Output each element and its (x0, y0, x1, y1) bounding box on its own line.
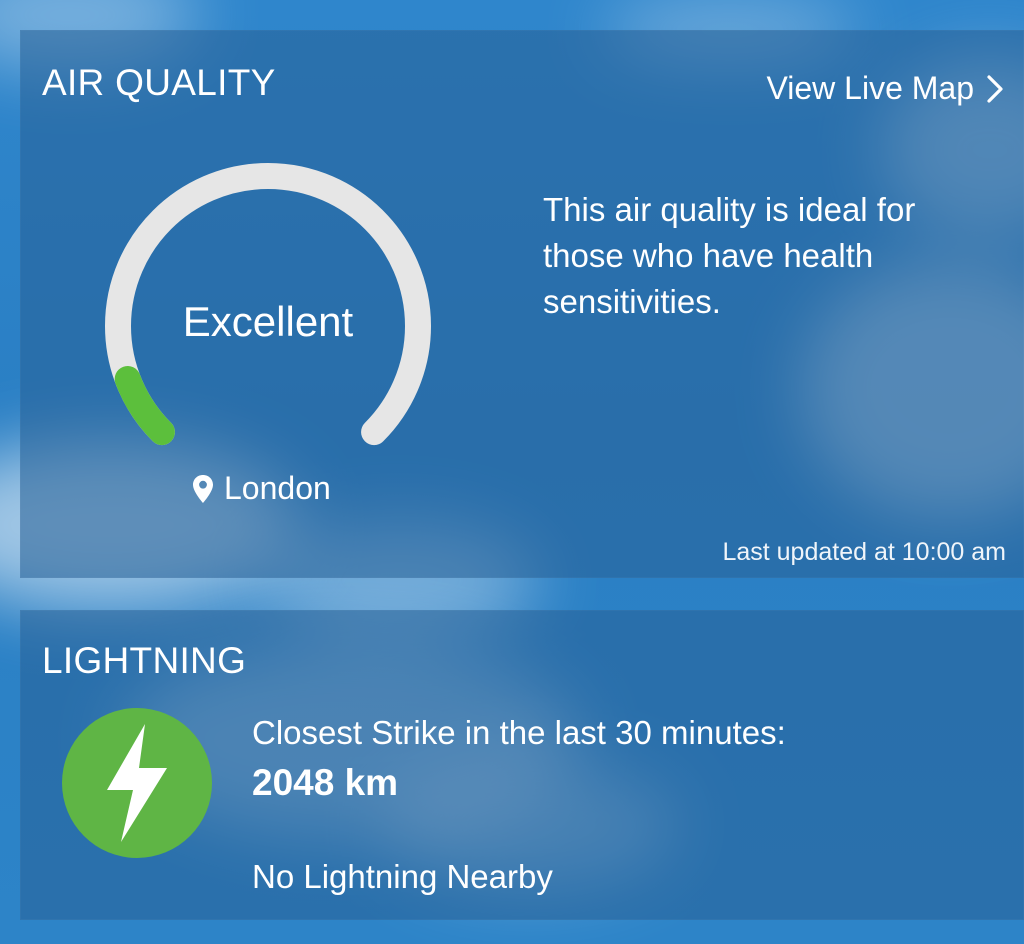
lightning-bolt-icon (107, 724, 167, 842)
view-live-map-link[interactable]: View Live Map (766, 70, 1006, 107)
air-quality-title: AIR QUALITY (42, 62, 276, 103)
lightning-title: LIGHTNING (42, 640, 247, 681)
air-quality-level: Excellent (182, 298, 354, 345)
location-name: London (224, 470, 331, 506)
closest-strike-caption: Closest Strike in the last 30 minutes: (252, 714, 786, 751)
lightning-status: No Lightning Nearby (252, 858, 553, 895)
location-label: London (192, 470, 331, 507)
air-quality-gauge: Excellent (88, 148, 448, 478)
gauge-fill (114, 366, 175, 446)
lightning-badge (62, 708, 212, 858)
last-updated: Last updated at 10:00 am (722, 538, 1006, 566)
map-pin-icon (193, 474, 213, 503)
view-live-map-label: View Live Map (766, 70, 974, 106)
lightning-card: LIGHTNING Closest Strike in the last 30 … (20, 610, 1024, 920)
air-quality-description: This air quality is ideal for those who … (543, 191, 916, 320)
chevron-right-icon (987, 74, 1003, 103)
air-quality-card: AIR QUALITY View Live Map Excellent Lond… (20, 30, 1024, 578)
closest-strike-distance: 2048 km (252, 762, 399, 803)
